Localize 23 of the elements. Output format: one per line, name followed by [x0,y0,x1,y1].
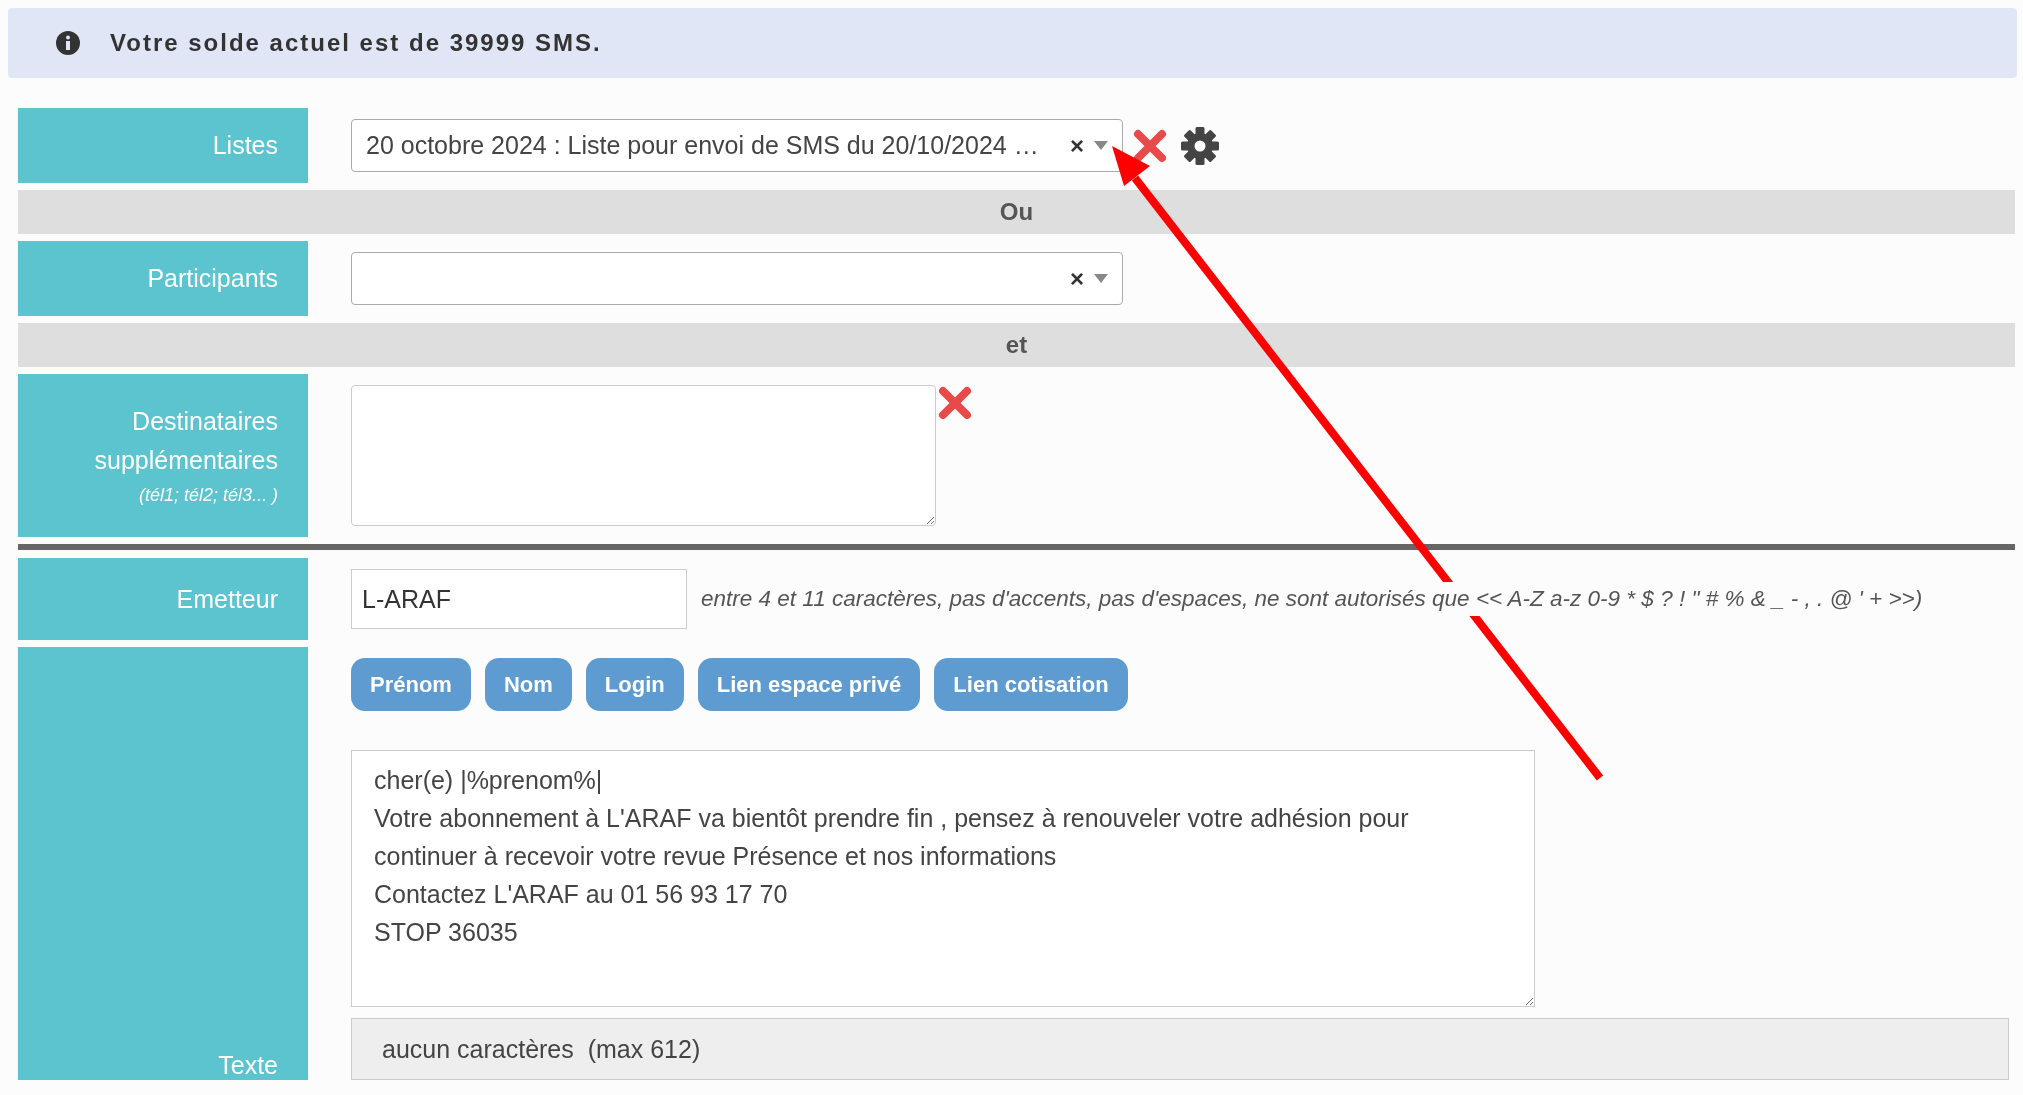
alert-text: Votre solde actuel est de 39999 SMS. [110,29,602,57]
clear-icon[interactable]: × [1070,264,1084,293]
select-field[interactable]: 20 octobre 2024 : Liste pour envoi de SMS du 20/10/2024 … × [351,119,1123,172]
field-label: Participants [147,263,278,294]
character-counter: aucun caractères (max 612) [351,1018,2009,1080]
input-field[interactable]: L-ARAF [351,569,687,629]
info-icon [56,31,80,55]
select-field[interactable]: × [351,252,1123,305]
dropdown-caret-icon[interactable] [1094,274,1108,283]
settings-icon[interactable] [1181,126,1219,165]
field-label: Destinataires supplémentaires [94,405,278,476]
field-label: Listes [212,130,278,161]
field-hint: (tél1; tél2; tél3... ) [138,483,278,507]
input-field[interactable] [351,385,936,526]
clear-icon[interactable]: × [1070,131,1084,160]
separator-bar: et [18,323,2015,367]
field-label: Texte [218,1050,278,1080]
separator-bar: Ou [18,190,2015,234]
help-text: entre 4 et 11 caractères, pas d'accents, pas d'espaces, ne sont autorisés que << A-Z a-z 0-9 * $ ? ! " # % & _ - , . @ ' + >>) [701,582,1923,616]
delete-icon[interactable] [1133,128,1167,163]
message-field[interactable]: cher(e) |%prenom%| Votre abonnement à L'ARAF va bientôt prendre fin , pensez à renouveler votre adhésion pour continuer à recevoir votre revue Présence et nos informations Contactez L'ARAF au 01 56 93 17 70 STOP 36035 [351,750,1535,1007]
delete-icon[interactable] [938,386,972,420]
field-label: Emetteur [176,583,278,615]
